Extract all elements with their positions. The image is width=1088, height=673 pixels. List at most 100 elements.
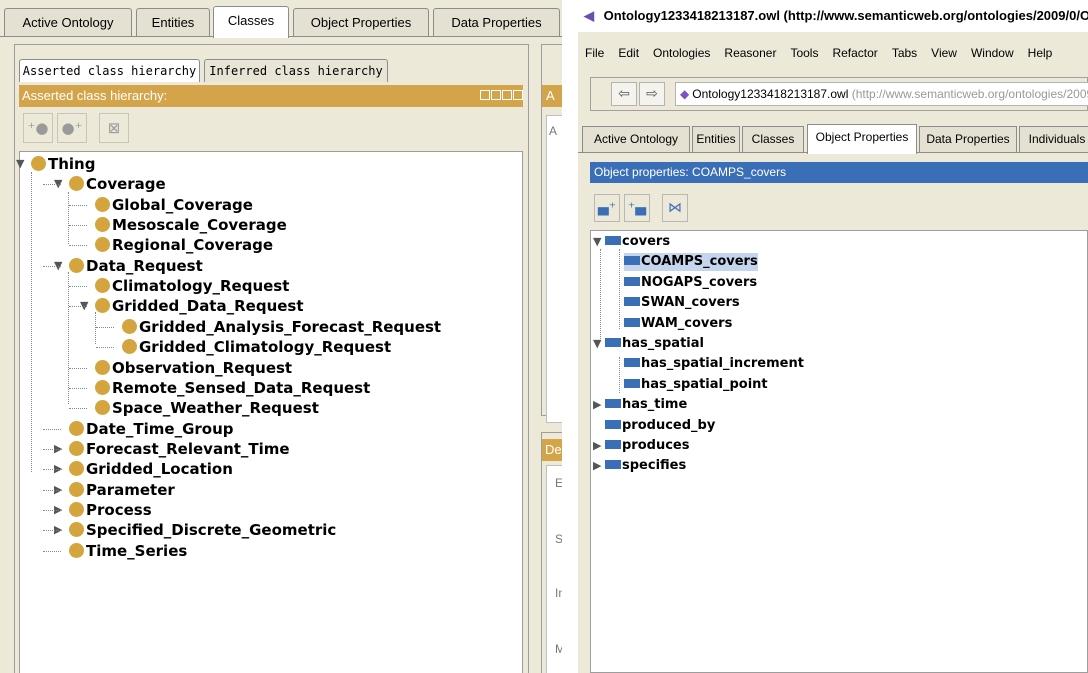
- back-button[interactable]: ⇦: [611, 82, 637, 106]
- class-label: Data_Request: [86, 256, 203, 275]
- class-node[interactable]: Observation_Request: [95, 358, 292, 378]
- property-icon: [624, 297, 640, 307]
- menu-tabs[interactable]: Tabs: [885, 40, 924, 66]
- class-node[interactable]: Global_Coverage: [95, 195, 253, 215]
- tab-asserted-class-hierarchy[interactable]: Asserted class hierarchy: [19, 59, 200, 82]
- class-node[interactable]: Gridded_Location: [69, 459, 233, 479]
- menu-edit[interactable]: Edit: [611, 40, 646, 66]
- property-label: has_spatial_point: [641, 376, 768, 392]
- object-property-tree: ▼ covers COAMPS_covers NOGAPS_covers SWAN_co…: [590, 230, 1088, 673]
- tab-entities[interactable]: Entities: [136, 8, 210, 36]
- minimize-icon[interactable]: [491, 90, 501, 100]
- tab-data-properties[interactable]: Data Properties: [433, 8, 560, 36]
- property-node[interactable]: WAM_covers: [624, 315, 732, 333]
- add-sibling-property-button[interactable]: ⁺▄: [624, 194, 650, 222]
- menu-reasoner[interactable]: Reasoner: [717, 40, 783, 66]
- class-node[interactable]: Process: [69, 500, 152, 520]
- class-label: Mesoscale_Coverage: [112, 216, 287, 235]
- class-node[interactable]: Data_Request: [69, 256, 203, 276]
- add-subclass-button[interactable]: ⁺●: [23, 113, 53, 143]
- property-node[interactable]: has_time: [605, 396, 687, 414]
- class-node[interactable]: Thing: [31, 154, 95, 174]
- tab-inferred-class-hierarchy[interactable]: Inferred class hierarchy: [204, 59, 388, 82]
- annotations-list: A: [546, 115, 562, 423]
- tree-connector: [43, 184, 61, 186]
- class-hierarchy-panel: Asserted class hierarchy Inferred class …: [14, 44, 529, 673]
- tab-data-properties-right[interactable]: Data Properties: [919, 126, 1017, 152]
- property-node[interactable]: specifies: [605, 457, 686, 475]
- ontology-uri-field[interactable]: ◆ Ontology1233418213187.owl (http://www.s…: [675, 82, 1088, 106]
- tab-active-ontology[interactable]: Active Ontology: [4, 8, 132, 36]
- tab-active-ontology-right[interactable]: Active Ontology: [582, 126, 690, 152]
- class-node[interactable]: Mesoscale_Coverage: [95, 215, 287, 235]
- property-node[interactable]: produces: [605, 437, 689, 455]
- class-node[interactable]: Parameter: [69, 480, 175, 500]
- property-node[interactable]: has_spatial: [605, 335, 704, 353]
- tree-connector: [69, 367, 87, 369]
- description-panel: De E S In M: [541, 432, 562, 673]
- forward-button[interactable]: ⇨: [639, 82, 665, 106]
- tab-object-properties-right[interactable]: Object Properties: [807, 124, 917, 154]
- panel-title: Asserted class hierarchy:: [22, 88, 168, 103]
- close-icon[interactable]: [513, 90, 523, 100]
- tree-connector: [69, 225, 87, 227]
- property-icon: [624, 358, 640, 368]
- instances-label: In: [555, 586, 562, 600]
- tree-connector: [69, 306, 87, 308]
- menu-window[interactable]: Window: [964, 40, 1021, 66]
- expand-arrow-icon[interactable]: ▼: [593, 233, 601, 251]
- class-node[interactable]: Date_Time_Group: [69, 419, 234, 439]
- property-node[interactable]: NOGAPS_covers: [624, 274, 757, 292]
- collapse-arrow-icon[interactable]: ▶: [593, 396, 601, 414]
- tab-classes-right[interactable]: Classes: [742, 126, 804, 152]
- class-node[interactable]: Forecast_Relevant_Time: [69, 439, 290, 459]
- property-node[interactable]: has_spatial_increment: [624, 355, 804, 373]
- maximize-icon[interactable]: [502, 90, 512, 100]
- class-node[interactable]: Remote_Sensed_Data_Request: [95, 378, 370, 398]
- tab-individuals-right[interactable]: Individuals: [1019, 126, 1088, 152]
- tab-object-properties[interactable]: Object Properties: [293, 8, 429, 36]
- object-properties-screenshot: ◀ Ontology1233418213187.owl (http://www.…: [578, 0, 1088, 673]
- class-label: Gridded_Climatology_Request: [139, 338, 392, 357]
- menu-ontologies[interactable]: Ontologies: [646, 40, 717, 66]
- window-title: Ontology1233418213187.owl (http://www.se…: [603, 8, 1088, 23]
- annotations-panel-header: A: [542, 85, 562, 107]
- menu-file[interactable]: File: [578, 40, 611, 66]
- view-options-icon[interactable]: [480, 90, 490, 100]
- class-node[interactable]: Gridded_Climatology_Request: [122, 337, 391, 357]
- property-icon: [605, 440, 621, 449]
- class-node[interactable]: Gridded_Data_Request: [95, 296, 304, 316]
- collapse-arrow-icon[interactable]: ▶: [593, 457, 601, 475]
- delete-property-button[interactable]: ⋈: [662, 194, 688, 222]
- class-label: Global_Coverage: [112, 195, 253, 214]
- delete-class-button[interactable]: ⊠: [99, 113, 129, 143]
- tab-entities-right[interactable]: Entities: [692, 126, 740, 152]
- add-sibling-class-button[interactable]: ●⁺: [57, 113, 87, 143]
- class-label: Gridded_Location: [86, 460, 233, 479]
- class-node[interactable]: Regional_Coverage: [95, 235, 273, 255]
- property-node[interactable]: has_spatial_point: [624, 376, 768, 394]
- property-node[interactable]: produced_by: [605, 417, 715, 435]
- menu-tools[interactable]: Tools: [783, 40, 825, 66]
- add-sub-property-button[interactable]: ▄⁺: [594, 194, 620, 222]
- property-node[interactable]: SWAN_covers: [624, 294, 740, 312]
- tab-classes[interactable]: Classes: [213, 6, 289, 38]
- tree-connector: [69, 286, 87, 288]
- expand-arrow-icon[interactable]: ▼: [16, 154, 24, 174]
- menu-refactor[interactable]: Refactor: [825, 40, 884, 66]
- property-label: NOGAPS_covers: [641, 274, 758, 290]
- tree-connector: [43, 509, 61, 511]
- expand-arrow-icon[interactable]: ▼: [593, 335, 601, 353]
- class-label: Observation_Request: [112, 358, 293, 377]
- property-node[interactable]: covers: [605, 233, 670, 251]
- class-node[interactable]: Specified_Discrete_Geometric: [69, 520, 336, 540]
- menu-help[interactable]: Help: [1021, 40, 1060, 66]
- class-node[interactable]: Time_Series: [69, 541, 187, 561]
- class-node[interactable]: Climatology_Request: [95, 276, 289, 296]
- class-node[interactable]: Space_Weather_Request: [95, 398, 319, 418]
- class-node[interactable]: Coverage: [69, 174, 166, 194]
- selected-property-node[interactable]: COAMPS_covers: [624, 253, 758, 272]
- collapse-arrow-icon[interactable]: ▶: [593, 437, 601, 455]
- menu-view[interactable]: View: [924, 40, 964, 66]
- class-node[interactable]: Gridded_Analysis_Forecast_Request: [122, 317, 441, 337]
